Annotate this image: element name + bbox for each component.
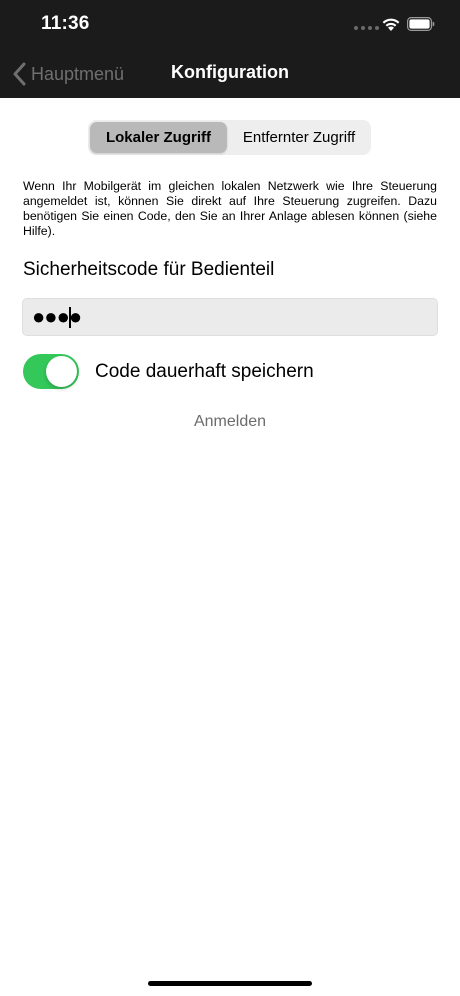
security-code-label: Sicherheitscode für Bedienteil bbox=[23, 259, 275, 280]
status-time: 11:36 bbox=[41, 13, 90, 34]
page-title: Konfiguration bbox=[171, 62, 289, 82]
access-mode-segmented-control: Lokaler Zugriff Entfernter Zugriff bbox=[88, 120, 371, 155]
segment-remote-access[interactable]: Entfernter Zugriff bbox=[229, 122, 369, 153]
cellular-signal-icon bbox=[354, 26, 379, 30]
login-button[interactable]: Anmelden bbox=[0, 413, 460, 431]
text-caret bbox=[69, 307, 71, 328]
info-text: Wenn Ihr Mobilgerät im gleichen lokalen … bbox=[23, 179, 437, 238]
save-code-toggle[interactable] bbox=[23, 354, 79, 389]
home-indicator bbox=[148, 981, 312, 986]
security-code-input[interactable]: ●●●● bbox=[22, 298, 438, 336]
battery-icon bbox=[407, 17, 435, 31]
navigation-header: 11:36 Hauptmenü Konfiguration bbox=[0, 0, 460, 98]
segment-local-access[interactable]: Lokaler Zugriff bbox=[90, 122, 227, 153]
save-code-label: Code dauerhaft speichern bbox=[95, 361, 314, 382]
security-code-value: ●●●● bbox=[32, 304, 82, 329]
toggle-knob bbox=[46, 356, 77, 387]
wifi-icon bbox=[382, 18, 400, 31]
